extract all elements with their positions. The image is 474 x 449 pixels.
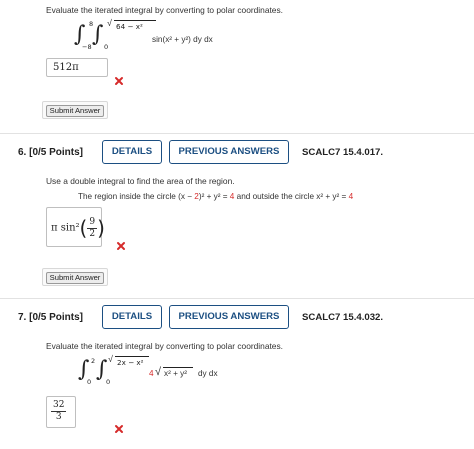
x-mark-icon [115, 425, 123, 433]
q7-integrand-root: x² + y² [164, 369, 187, 378]
q6-header: 6. [0/5 Points] [18, 147, 84, 158]
q7-integrand-tail: dy dx [198, 369, 218, 378]
q5-outer-lower-limit: −8 [82, 43, 92, 51]
q7-answer-denominator: 3 [55, 412, 62, 422]
q6-answer-box[interactable]: π sin²(9 2) [46, 207, 105, 247]
q5-submit-button[interactable]: Submit Answer [46, 105, 104, 117]
q6-submit-button[interactable]: Submit Answer [46, 272, 104, 284]
divider [0, 298, 474, 299]
q6-region-text-c: and outside the circle x² + y² = [234, 192, 347, 201]
q7-previous-answers-button[interactable]: PREVIOUS ANSWERS [169, 305, 289, 329]
q6-prompt: Use a double integral to find the area o… [46, 176, 235, 186]
x-mark-icon [115, 77, 123, 85]
q5-prompt: Evaluate the iterated integral by conver… [46, 5, 283, 15]
q7-integral-expression: ∫ 2 0 ∫ √ 2x − x² 0 4 √ x² + y² dy dx [74, 353, 254, 389]
q7-inner-lower-limit: 0 [106, 378, 111, 386]
q7-prompt: Evaluate the iterated integral by conver… [46, 341, 283, 351]
q6-answer-prefix: π sin² [51, 222, 80, 234]
q6-reference: SCALC7 15.4.017. [302, 147, 384, 158]
q7-sqrt-bar [115, 356, 149, 357]
q7-outer-lower-limit: 0 [87, 378, 92, 386]
q5-inner-lower-limit: 0 [104, 43, 109, 51]
q6-region-text-a: The region inside the circle (x − [78, 192, 192, 201]
q5-sqrt-sign: √ [107, 18, 112, 28]
q7-header: 7. [0/5 Points] [18, 312, 84, 323]
q7-integrand-sqrt-sign: √ [155, 366, 162, 378]
q7-integrand-sqrt-bar [163, 367, 193, 368]
q7-coefficient: 4 [149, 369, 154, 378]
q6-answer-numerator: 9 [87, 216, 98, 229]
q7-sqrt-sign: √ [108, 354, 113, 364]
q5-inner-integral-sign: ∫ [92, 22, 104, 47]
q7-answer-fraction: 32 3 [51, 400, 67, 423]
q6-answer-fraction: 92 [87, 216, 98, 240]
q7-answer-numerator: 32 [51, 400, 67, 412]
q5-integrand: sin(x² + y²) dy dx [152, 35, 213, 44]
x-mark-icon [117, 242, 125, 250]
q6-details-button[interactable]: DETAILS [102, 140, 162, 164]
q7-details-button[interactable]: DETAILS [102, 305, 162, 329]
q5-integral-expression: ∫ 8 −8 ∫ √ 64 − x² 0 sin(x² + y²) dy dx [70, 18, 250, 54]
q7-inner-upper-limit: 2x − x² [117, 358, 144, 367]
q7-answer-expression: 32 3 [51, 400, 67, 423]
q6-region-text-b: )² + y² = [198, 192, 228, 201]
q7-outer-upper-limit: 2 [91, 357, 96, 365]
q6-region-value-3: 4 [348, 192, 354, 201]
q6-answer-expression: π sin²(9 2) [51, 216, 105, 240]
q6-region-description: The region inside the circle (x − 2)² + … [78, 192, 353, 201]
divider [0, 133, 474, 134]
q7-answer-box[interactable]: 32 3 [46, 396, 76, 428]
q5-inner-upper-limit: 64 − x² [116, 22, 143, 31]
q7-reference: SCALC7 15.4.032. [302, 312, 384, 323]
q5-sqrt-bar [114, 20, 156, 21]
q6-previous-answers-button[interactable]: PREVIOUS ANSWERS [169, 140, 289, 164]
q6-answer-denominator: 2 [89, 228, 96, 239]
q5-answer-box[interactable]: 512π [46, 58, 108, 77]
q5-answer-value: 512π [53, 62, 79, 73]
